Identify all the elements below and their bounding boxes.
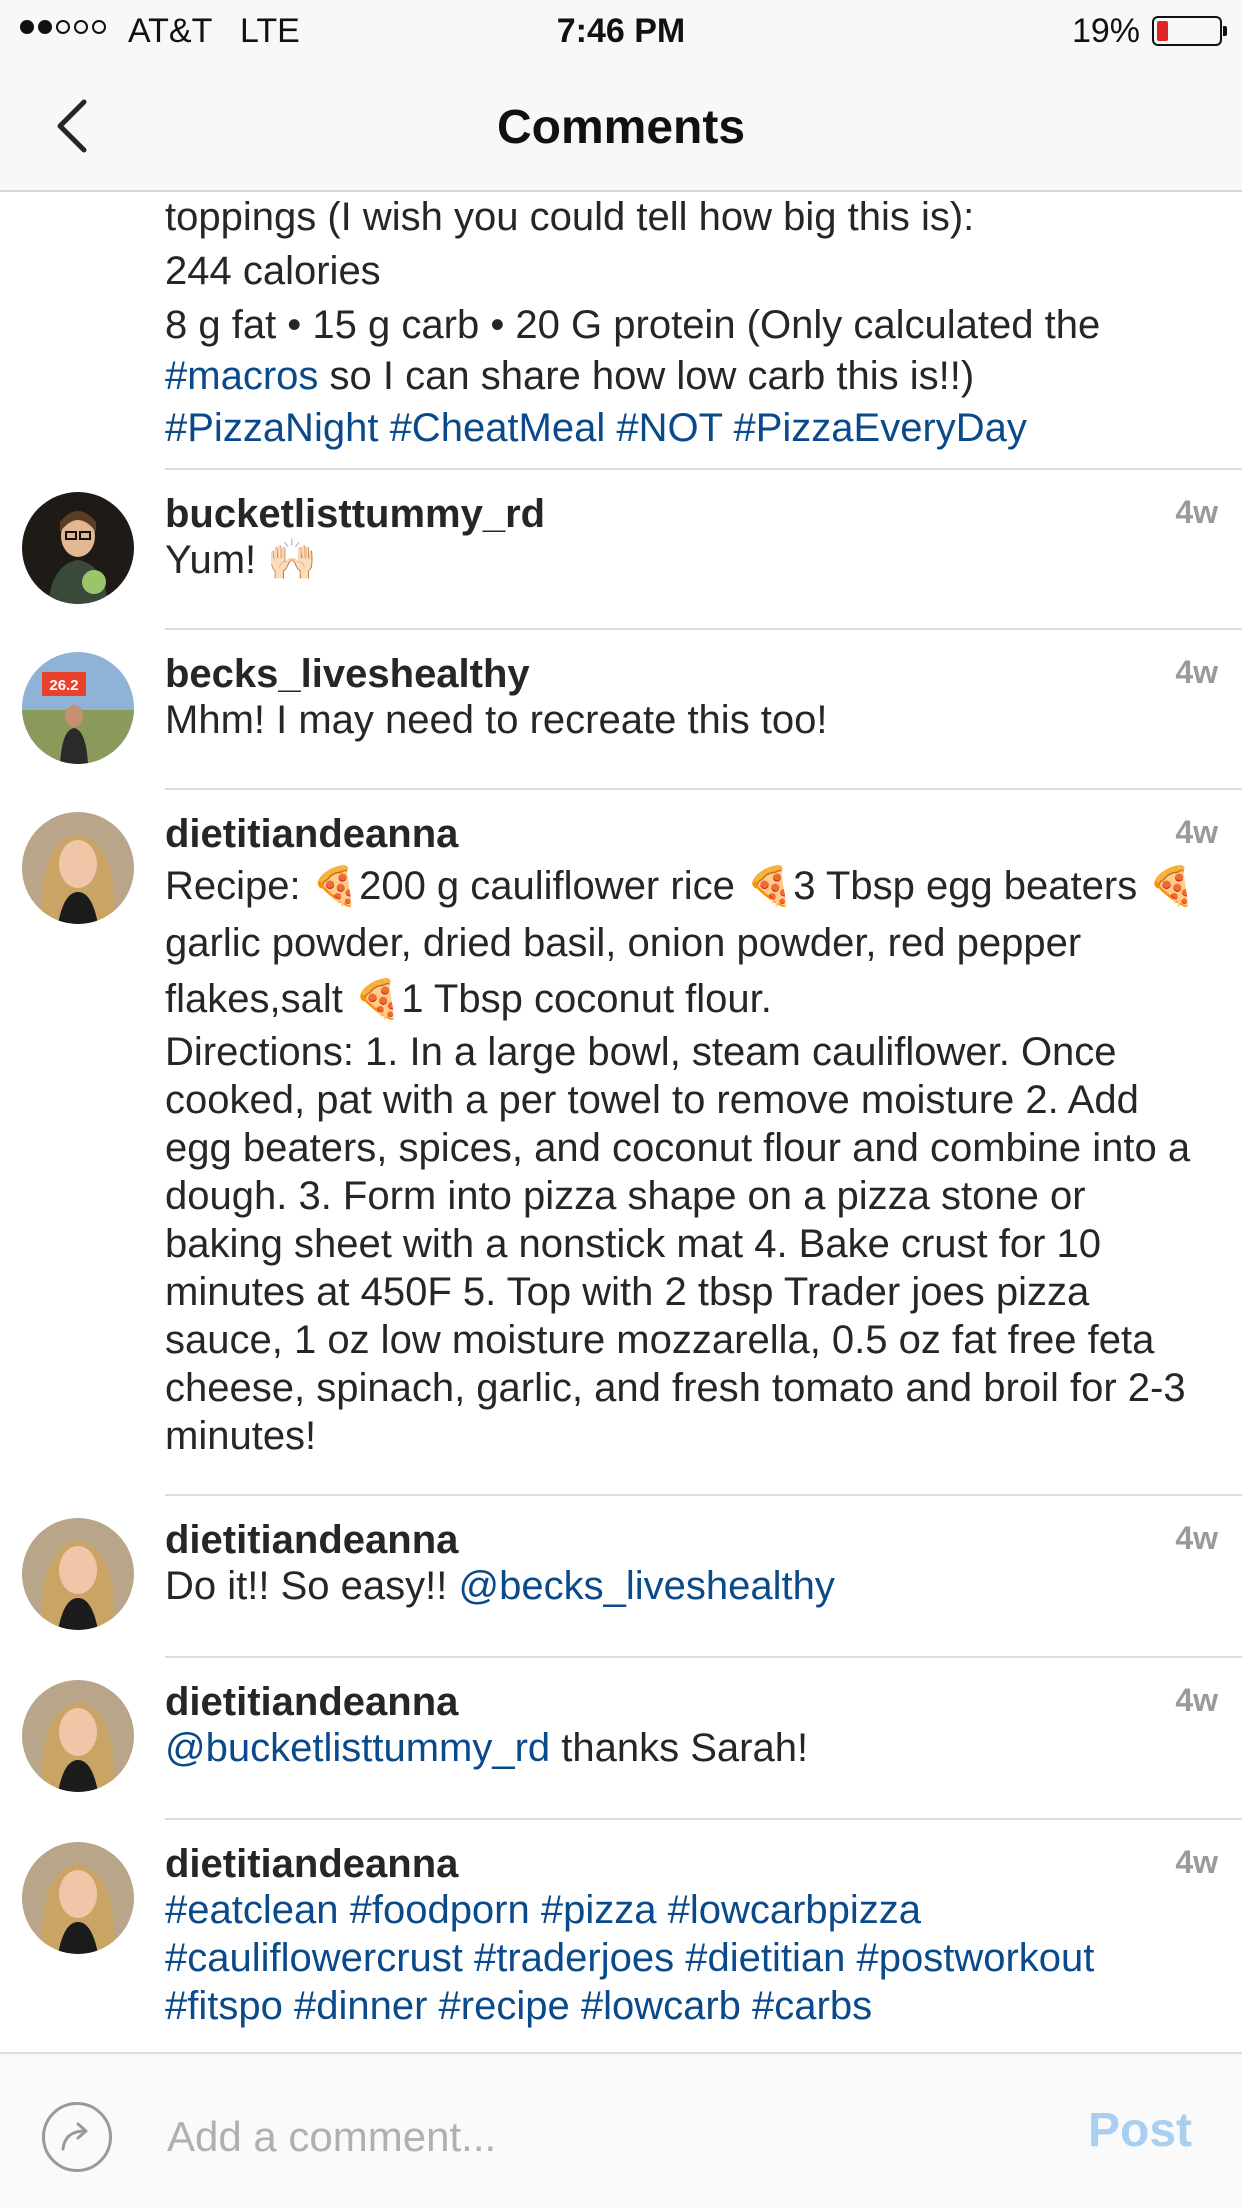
avatar[interactable]: 26.2 (22, 652, 134, 764)
comment-timestamp: 4w (1175, 1520, 1218, 1556)
comment-input[interactable] (165, 2100, 969, 2174)
comment-timestamp: 4w (1175, 1844, 1218, 1880)
divider (165, 1818, 1242, 1820)
hashtag-link[interactable]: #PizzaEveryDay (733, 406, 1026, 450)
avatar-image (22, 1680, 134, 1792)
comment-text: @bucketlisttummy_rd thanks Sarah! (165, 1724, 1212, 1772)
divider (165, 468, 1242, 470)
caption-line: toppings (I wish you could tell how big … (165, 195, 975, 239)
hashtag-link[interactable]: #PizzaNight (165, 406, 378, 450)
recipe-text: 3 Tbsp egg beaters (793, 864, 1149, 908)
recipe-text: Recipe: (165, 864, 312, 908)
divider (165, 1656, 1242, 1658)
comment-username[interactable]: bucketlisttummy_rd (165, 492, 545, 537)
avatar[interactable] (22, 492, 134, 604)
caption-line: 244 calories (165, 249, 381, 293)
comment-text: Yum! 🙌🏻 (165, 538, 318, 582)
avatar-image (22, 1518, 134, 1630)
avatar-image (22, 492, 134, 604)
comment-username[interactable]: dietitiandeanna (165, 1842, 458, 1887)
avatar-image (22, 812, 134, 924)
comment-composer: Post (0, 2052, 1242, 2208)
comment-username[interactable]: dietitiandeanna (165, 1680, 458, 1725)
reply-button[interactable] (42, 2102, 112, 2172)
page-title: Comments (496, 101, 746, 154)
comment-username[interactable]: dietitiandeanna (165, 1518, 458, 1563)
divider (165, 1494, 1242, 1496)
comments-list[interactable]: toppings (I wish you could tell how big … (0, 192, 1242, 2052)
nav-bar: Comments (0, 62, 1242, 192)
avatar-image (22, 1842, 134, 1954)
comment-timestamp: 4w (1175, 494, 1218, 530)
comment-timestamp: 4w (1175, 1682, 1218, 1718)
comment-text: Mhm! I may need to recreate this too! (165, 698, 828, 742)
reply-arrow-icon (61, 2122, 88, 2151)
battery-level (1157, 21, 1169, 41)
avatar[interactable] (22, 1518, 134, 1630)
comment-text-part: Do it!! So easy!! (165, 1564, 459, 1608)
avatar[interactable] (22, 1680, 134, 1792)
battery-percent: 19% (1071, 12, 1140, 50)
comment-text: Do it!! So easy!! @becks_liveshealthy (165, 1562, 1212, 1610)
pizza-emoji-icon: 🍕 (311, 866, 360, 908)
hashtag-link[interactable]: #macros (165, 354, 318, 398)
mention-link[interactable]: @becks_liveshealthy (458, 1564, 834, 1608)
battery-icon (1152, 16, 1227, 46)
race-badge-text: 26.2 (49, 677, 78, 694)
comment-text: Recipe: 🍕200 g cauliflower rice 🍕3 Tbsp … (165, 858, 1212, 1460)
recipe-directions: Directions: 1. In a large bowl, steam ca… (165, 1030, 1191, 1458)
pizza-emoji-icon: 🍕 (1148, 866, 1196, 908)
status-bar: AT&T LTE 7:46 PM 19% (0, 0, 1242, 62)
hashtag-list[interactable]: #eatclean #foodporn #pizza #lowcarbpizza… (165, 1886, 1212, 2030)
comment-text-part: thanks Sarah! (550, 1726, 809, 1770)
avatar[interactable] (22, 1842, 134, 1954)
hashtag-link[interactable]: #NOT (616, 406, 722, 450)
recipe-text: 200 g cauliflower rice (359, 864, 746, 908)
status-time: 7:46 PM (556, 12, 686, 50)
caption-line: 8 g fat • 15 g carb • 20 G protein (Only… (165, 303, 1101, 347)
pizza-emoji-icon: 🍕 (745, 866, 794, 908)
comment-username[interactable]: becks_liveshealthy (165, 652, 530, 697)
caption-line: so I can share how low carb this is!!) (318, 354, 975, 398)
comment-username[interactable]: dietitiandeanna (165, 812, 458, 857)
hashtag-link[interactable]: #CheatMeal (390, 406, 606, 450)
mention-link[interactable]: @bucketlisttummy_rd (165, 1726, 550, 1770)
divider (165, 628, 1242, 630)
avatar[interactable] (22, 812, 134, 924)
post-button[interactable]: Post (1082, 2102, 1198, 2159)
recipe-text: 1 Tbsp coconut flour. (401, 977, 772, 1021)
comment-timestamp: 4w (1175, 814, 1218, 850)
avatar-image: 26.2 (22, 652, 134, 764)
pizza-emoji-icon: 🍕 (353, 979, 402, 1021)
divider (165, 788, 1242, 790)
comment-timestamp: 4w (1175, 654, 1218, 690)
caption-text: toppings (I wish you could tell how big … (165, 192, 1212, 456)
